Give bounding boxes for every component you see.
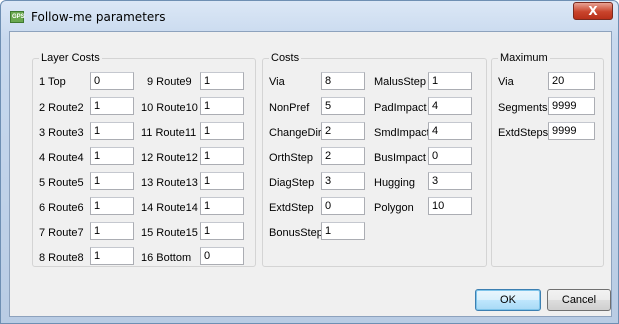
layer-field-8[interactable]: 1	[90, 247, 134, 265]
costs-label-smdimpact: SmdImpact	[374, 127, 430, 139]
layer-label-13: 13 Route13	[141, 177, 198, 189]
layer-label-5: 5 Route5	[39, 177, 84, 189]
layer-label-2: 2 Route2	[39, 102, 84, 114]
title-bar[interactable]: GPS Follow-me parameters X	[1, 1, 618, 33]
costs-label-polygon: Polygon	[374, 202, 414, 214]
maximum-title: Maximum	[498, 52, 550, 64]
layer-costs-title: Layer Costs	[39, 52, 102, 64]
costs-label-changedir: ChangeDir	[269, 127, 322, 139]
layer-field-5[interactable]: 1	[90, 172, 134, 190]
layer-label-16: 16 Bottom	[141, 252, 192, 264]
costs-field-polygon[interactable]: 10	[428, 197, 472, 215]
layer-field-16[interactable]: 0	[200, 247, 244, 265]
layer-label-14: 14 Route14	[141, 202, 198, 214]
layer-field-11[interactable]: 1	[200, 122, 244, 140]
costs-field-via[interactable]: 8	[321, 72, 365, 90]
maximum-label-via: Via	[498, 76, 514, 88]
costs-field-malusstep[interactable]: 1	[428, 72, 472, 90]
costs-field-smdimpact[interactable]: 4	[428, 122, 472, 140]
costs-field-nonpref[interactable]: 5	[321, 97, 365, 115]
layer-field-7[interactable]: 1	[90, 222, 134, 240]
costs-label-padimpact: PadImpact	[374, 102, 427, 114]
close-button[interactable]: X	[573, 2, 613, 20]
layer-field-13[interactable]: 1	[200, 172, 244, 190]
layer-label-15: 15 Route15	[141, 227, 198, 239]
costs-label-diagstep: DiagStep	[269, 177, 315, 189]
costs-title: Costs	[269, 52, 302, 64]
layer-label-11: 11 Route11	[141, 127, 197, 139]
dialog-window: GPS Follow-me parameters X Layer Costs 1…	[0, 0, 619, 324]
layer-label-9: 9 Route9	[147, 76, 192, 88]
layer-field-4[interactable]: 1	[90, 147, 134, 165]
maximum-field-extdsteps[interactable]: 9999	[548, 122, 595, 140]
layer-label-8: 8 Route8	[39, 252, 84, 264]
costs-label-malusstep: MalusStep	[374, 76, 426, 88]
costs-field-extdstep[interactable]: 0	[321, 197, 365, 215]
layer-label-12: 12 Route12	[141, 152, 198, 164]
maximum-label-extdsteps: ExtdSteps	[498, 127, 549, 139]
costs-field-changedir[interactable]: 2	[321, 122, 365, 140]
layer-field-3[interactable]: 1	[90, 122, 134, 140]
costs-label-extdstep: ExtdStep	[269, 202, 314, 214]
app-icon: GPS	[10, 11, 25, 23]
costs-label-hugging: Hugging	[374, 177, 415, 189]
layer-field-1[interactable]: 0	[90, 72, 134, 90]
layer-label-7: 7 Route7	[39, 227, 84, 239]
layer-label-6: 6 Route6	[39, 202, 84, 214]
layer-field-15[interactable]: 1	[200, 222, 244, 240]
layer-field-9[interactable]: 1	[200, 72, 244, 90]
ok-button[interactable]: OK	[475, 289, 541, 311]
dialog-body: Layer Costs 1 Top 0 2 Route2 1 3 Route3 …	[9, 31, 612, 317]
layer-label-3: 3 Route3	[39, 127, 84, 139]
window-title: Follow-me parameters	[31, 10, 166, 24]
layer-field-6[interactable]: 1	[90, 197, 134, 215]
maximum-field-segments[interactable]: 9999	[548, 97, 595, 115]
costs-label-bonusstep: BonusStep	[269, 227, 323, 239]
layer-field-12[interactable]: 1	[200, 147, 244, 165]
costs-field-bonusstep[interactable]: 1	[321, 222, 365, 240]
layer-field-10[interactable]: 1	[200, 97, 244, 115]
costs-field-hugging[interactable]: 3	[428, 172, 472, 190]
layer-label-10: 10 Route10	[141, 102, 198, 114]
costs-label-busimpact: BusImpact	[374, 152, 426, 164]
layer-field-14[interactable]: 1	[200, 197, 244, 215]
cancel-button[interactable]: Cancel	[547, 289, 611, 311]
costs-label-nonpref: NonPref	[269, 102, 310, 114]
costs-field-diagstep[interactable]: 3	[321, 172, 365, 190]
costs-field-padimpact[interactable]: 4	[428, 97, 472, 115]
costs-label-via: Via	[269, 76, 285, 88]
maximum-field-via[interactable]: 20	[548, 72, 595, 90]
layer-label-1: 1 Top	[39, 76, 66, 88]
costs-field-busimpact[interactable]: 0	[428, 147, 472, 165]
maximum-label-segments: Segments	[498, 102, 548, 114]
costs-field-orthstep[interactable]: 2	[321, 147, 365, 165]
layer-field-2[interactable]: 1	[90, 97, 134, 115]
costs-label-orthstep: OrthStep	[269, 152, 314, 164]
layer-label-4: 4 Route4	[39, 152, 84, 164]
